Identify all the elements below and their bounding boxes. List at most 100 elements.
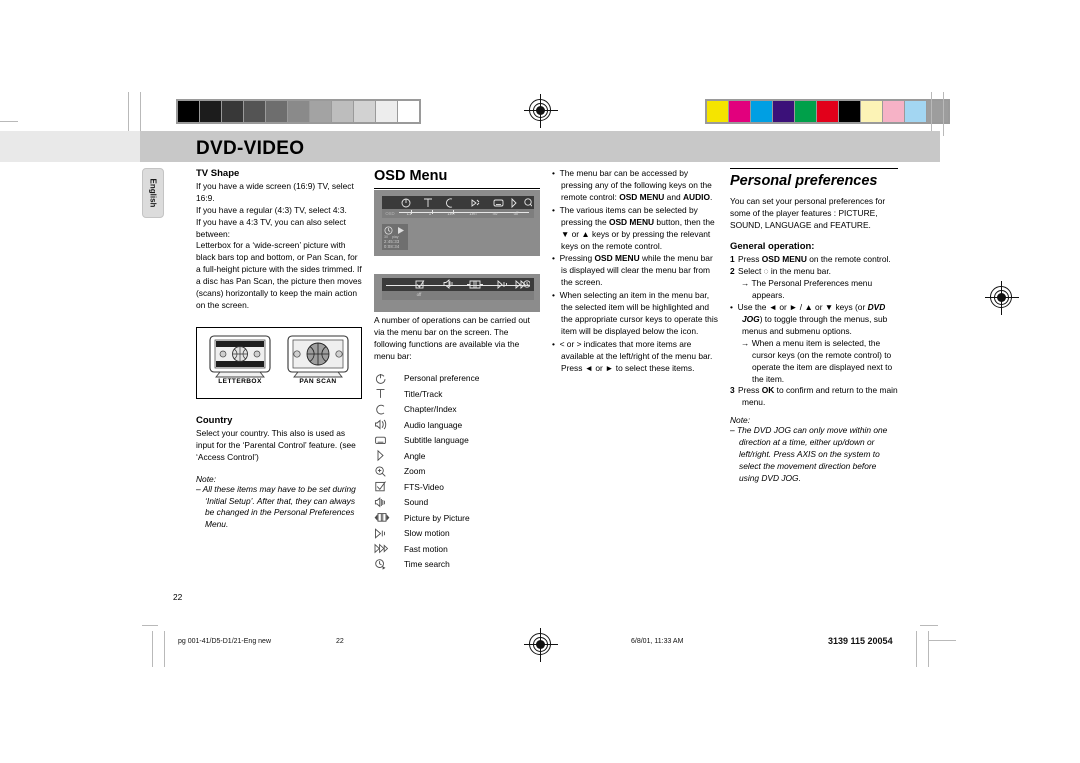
menu-function-row: Sound <box>374 495 540 511</box>
tv-shape-heading: TV Shape <box>196 168 240 179</box>
footer-doc-code: 3139 115 20054 <box>828 636 893 646</box>
country-note-item: – All these items may have to be set dur… <box>196 483 356 530</box>
calibration-swatch <box>288 101 309 122</box>
calibration-swatch <box>839 101 860 122</box>
footer-crop-vertical-right-2 <box>928 631 929 667</box>
step-2-text: Select ◌ in the menu bar. <box>738 266 831 277</box>
footer-crop-mark-right-2 <box>928 640 956 641</box>
slow-motion-icon <box>374 527 404 540</box>
tv-shape-paragraph-1: If you have a wide screen (16:9) TV, sel… <box>196 180 354 203</box>
calibration-swatch <box>729 101 750 122</box>
calibration-swatch <box>200 101 221 122</box>
step-2-number: 2 <box>730 266 735 277</box>
osd-value-zoom: off <box>513 211 519 216</box>
crop-mark-vertical-right <box>931 92 932 136</box>
osd-bullet-list: The menu bar can be accessed by pressing… <box>552 168 718 375</box>
panscan-caption: PAN SCAN <box>299 378 337 385</box>
registration-mark-top <box>524 94 558 128</box>
menu-function-row: Subtitle language <box>374 433 540 449</box>
step-3: 3 Press OK to confirm and return to the m… <box>730 385 898 409</box>
menu-function-label: Personal preference <box>404 373 480 384</box>
osd-value-subtitle: 1en <box>469 211 477 216</box>
preferences-bullet-1: Use the ◄ or ► / ▲ or ▼ keys (or DVD JOG… <box>730 302 898 338</box>
menu-function-label: Slow motion <box>404 528 450 539</box>
osd-value-fts: off <box>416 292 422 297</box>
menu-function-label: Picture by Picture <box>404 512 470 523</box>
menu-function-row: Slow motion <box>374 526 540 542</box>
fast-motion-icon <box>374 542 404 555</box>
osd-bullet-item: The menu bar can be accessed by pressing… <box>552 168 718 204</box>
footer-page: 22 <box>336 638 344 645</box>
subtitle-language-icon <box>374 434 404 447</box>
zoom-icon <box>374 465 404 478</box>
osd-status-left: OSD <box>385 211 395 216</box>
menu-function-label: Fast motion <box>404 543 448 554</box>
crop-mark-vertical-left <box>128 92 129 136</box>
general-operation-steps: 1 Press OSD MENU on the remote control. 2… <box>730 254 898 409</box>
menu-function-label: Zoom <box>404 466 426 477</box>
osd-intro-paragraph: A number of operations can be carried ou… <box>374 315 530 361</box>
osd-menu-icon-row <box>401 197 532 209</box>
osd-bullet-item: The various items can be selected by pre… <box>552 205 718 253</box>
sound-icon <box>374 496 404 509</box>
fts-video-icon <box>374 480 404 493</box>
crop-mark-vertical-left-2 <box>140 92 141 136</box>
language-tab: English <box>142 168 164 218</box>
calibration-swatch <box>354 101 375 122</box>
osd-counter-elapsed: 0:08:34 <box>384 244 400 249</box>
osd-bullet-item: < or > indicates that more items are ava… <box>552 339 718 375</box>
personal-preferences-intro: You can set your personal preferences fo… <box>730 195 886 230</box>
column-osd-bullets: The menu bar can be accessed by pressing… <box>552 168 718 376</box>
registration-mark-right <box>985 281 1019 315</box>
page-title: DVD-VIDEO <box>196 138 305 159</box>
menu-function-label: Chapter/Index <box>404 404 457 415</box>
calibration-swatch <box>310 101 331 122</box>
calibration-swatch <box>332 101 353 122</box>
personal-preference-icon <box>374 372 404 385</box>
tv-shape-paragraph-3: If you have a 4:3 TV, you can also selec… <box>196 216 346 239</box>
calibration-swatch <box>883 101 904 122</box>
page-number: 22 <box>173 592 183 602</box>
calibration-swatch <box>817 101 838 122</box>
time-search-icon <box>374 558 404 571</box>
audio-language-icon <box>374 418 404 431</box>
header-band-left <box>0 131 140 162</box>
step-1-number: 1 <box>730 254 735 265</box>
footer-crop-mark-left <box>142 625 158 626</box>
menu-function-label: Sound <box>404 497 429 508</box>
preferences-note-label: Note: <box>730 415 751 426</box>
menu-function-row: Angle <box>374 448 540 464</box>
osd-menu-values-row-2 <box>382 291 534 300</box>
column-tv-shape: TV Shape If you have a wide screen (16:9… <box>196 168 362 312</box>
panscan-tv-illustration <box>286 335 350 384</box>
menu-function-label: Time search <box>404 559 450 570</box>
osd-value-angle: no <box>492 211 498 216</box>
osd-value-chapter: 1 <box>428 211 432 216</box>
footer-crop-vertical-left <box>152 631 153 667</box>
menu-function-label: Angle <box>404 450 426 461</box>
step-2: 2 Select ◌ in the menu bar. <box>730 266 898 278</box>
step-3-number: 3 <box>730 385 735 396</box>
menu-function-row: Personal preference <box>374 371 540 387</box>
preferences-note-item: – The DVD JOG can only move within one d… <box>730 425 888 483</box>
tv-shape-figure: LETTERBOX PAN SCAN <box>196 327 362 399</box>
menu-function-list: Personal preference Title/Track Chapter/In… <box>374 371 540 573</box>
footer-crop-mark-right <box>920 625 938 626</box>
calibration-swatch <box>795 101 816 122</box>
column-osd-functions: A number of operations can be carried ou… <box>374 315 540 572</box>
color-calibration-strip <box>705 99 950 124</box>
menu-function-row: Chapter/Index <box>374 402 540 418</box>
menu-function-row: Fast motion <box>374 541 540 557</box>
osd-value-audio: 1en <box>447 211 455 216</box>
osd-bullet-item: Pressing OSD MENU while the menu bar is … <box>552 253 718 289</box>
menu-function-label: Audio language <box>404 419 463 430</box>
calibration-swatch <box>861 101 882 122</box>
footer-filename: pg 001-41/D5-D1/21-Eng new <box>178 638 272 645</box>
step-2-result: → The Personal Preferences menu appears. <box>741 278 873 301</box>
menu-function-label: Subtitle language <box>404 435 469 446</box>
menu-function-label: Title/Track <box>404 388 443 399</box>
calibration-swatch <box>178 101 199 122</box>
picture-by-picture-icon <box>374 511 404 524</box>
osd-menu-icon-row-2 <box>415 279 530 289</box>
step-1-text: Press OSD MENU on the remote control. <box>738 254 891 265</box>
